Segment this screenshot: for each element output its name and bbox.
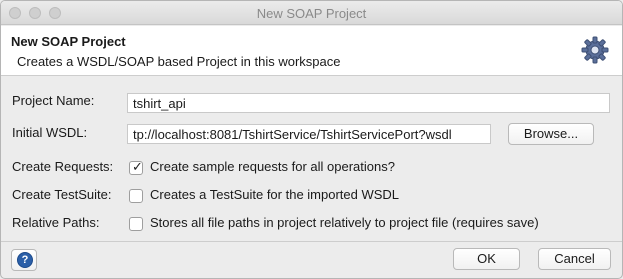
project-name-label: Project Name: [12,93,95,108]
gear-icon [581,36,609,64]
relative-paths-checkbox[interactable] [129,217,143,231]
checkmark-icon: ✓ [132,159,143,174]
create-requests-checkbox[interactable]: ✓ [129,159,143,175]
initial-wsdl-label: Initial WSDL: [12,125,88,140]
ok-button[interactable]: OK [453,248,520,270]
cancel-button[interactable]: Cancel [538,248,611,270]
header-description: Creates a WSDL/SOAP based Project in thi… [17,54,341,69]
footer-divider [1,241,622,242]
help-icon: ? [17,252,33,268]
window-title: New SOAP Project [256,6,367,21]
create-testsuite-checkbox[interactable] [129,189,143,203]
dialog-window: New SOAP Project New SOAP Project Create… [0,0,623,279]
create-requests-label: Create Requests: [12,159,114,174]
browse-button[interactable]: Browse... [508,123,594,145]
project-name-input[interactable]: tshirt_api [127,93,610,113]
relative-paths-label: Relative Paths: [12,215,100,230]
help-button[interactable]: ? [11,249,37,271]
header-title: New SOAP Project [11,34,126,49]
dialog-header: New SOAP Project Creates a WSDL/SOAP bas… [1,26,622,76]
title-bar[interactable]: New SOAP Project [1,1,622,25]
create-testsuite-label: Create TestSuite: [12,187,112,202]
create-requests-text: Create sample requests for all operation… [150,159,395,174]
relative-paths-text: Stores all file paths in project relativ… [150,215,539,230]
create-testsuite-text: Creates a TestSuite for the imported WSD… [150,187,400,202]
initial-wsdl-input[interactable]: tp://localhost:8081/TshirtService/Tshirt… [127,124,491,144]
